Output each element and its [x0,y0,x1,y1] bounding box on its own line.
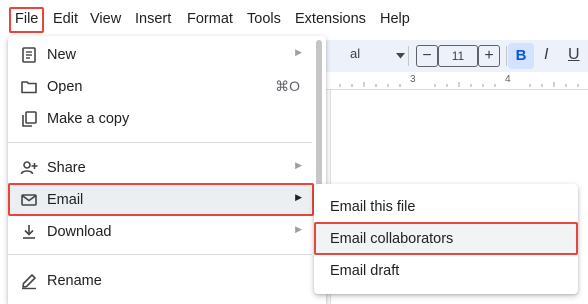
menu-format[interactable]: Format [187,8,233,30]
ruler: 3 4 [310,72,588,90]
menu-item-label: Rename [47,273,102,289]
menu-item-label: Make a copy [47,111,130,127]
menu-bar: File Edit View Insert Format Tools Exten… [0,0,588,36]
submenu-item-label: Email this file [330,199,416,215]
share-person-icon [20,159,38,177]
submenu-arrow-icon: ▶ [295,47,302,57]
email-collaborators-highlight [314,222,578,255]
file-menu-highlight [9,7,44,33]
font-dropdown-icon[interactable] [396,53,405,59]
submenu-arrow-icon: ▶ [295,160,302,170]
menu-item-label: New [47,47,77,63]
decrease-font-size-button[interactable]: − [416,45,438,67]
menu-help[interactable]: Help [380,8,410,30]
menu-item-rename[interactable]: Rename [8,265,312,297]
menu-item-share[interactable]: Share ▶ [8,152,312,184]
menu-divider [8,254,312,255]
toolbar-divider [408,46,409,66]
toolbar: al − 11 + B I U [310,40,588,72]
menu-item-label: Open [47,79,83,95]
italic-icon[interactable]: I [544,46,548,64]
toolbar-divider [506,46,507,66]
menu-item-label: Share [47,160,86,176]
menu-tools[interactable]: Tools [247,8,281,30]
document-icon [20,46,38,64]
shortcut-label: ⌘O [275,78,300,94]
menu-extensions[interactable]: Extensions [295,8,366,30]
email-item-highlight [8,183,314,216]
submenu-arrow-icon: ▶ [295,224,302,234]
font-size-field[interactable]: 11 [438,45,478,67]
underline-icon[interactable]: U [568,46,580,64]
menu-edit[interactable]: Edit [53,8,78,30]
font-name-partial[interactable]: al [350,46,360,61]
pencil-icon [20,272,38,290]
menu-divider [8,142,312,143]
menu-view[interactable]: View [90,8,121,30]
file-menu: New ▶ Open ⌘O Make a copy Share ▶ Email … [8,36,326,304]
menu-item-download[interactable]: Download ▶ [8,216,312,248]
menu-item-label: Download [47,224,112,240]
menu-item-new[interactable]: New ▶ [8,39,312,71]
menu-insert[interactable]: Insert [135,8,171,30]
ruler-ticks [339,82,579,87]
bold-button[interactable]: B [508,43,534,69]
menu-item-open[interactable]: Open ⌘O [8,71,312,103]
download-icon [20,223,38,241]
folder-icon [20,78,38,96]
increase-font-size-button[interactable]: + [478,45,500,67]
submenu-item-email-this-file[interactable]: Email this file [314,191,578,223]
menu-item-make-a-copy[interactable]: Make a copy [8,103,312,135]
submenu-item-email-draft[interactable]: Email draft [314,255,578,287]
submenu-item-label: Email draft [330,263,400,279]
copy-icon [20,110,38,128]
